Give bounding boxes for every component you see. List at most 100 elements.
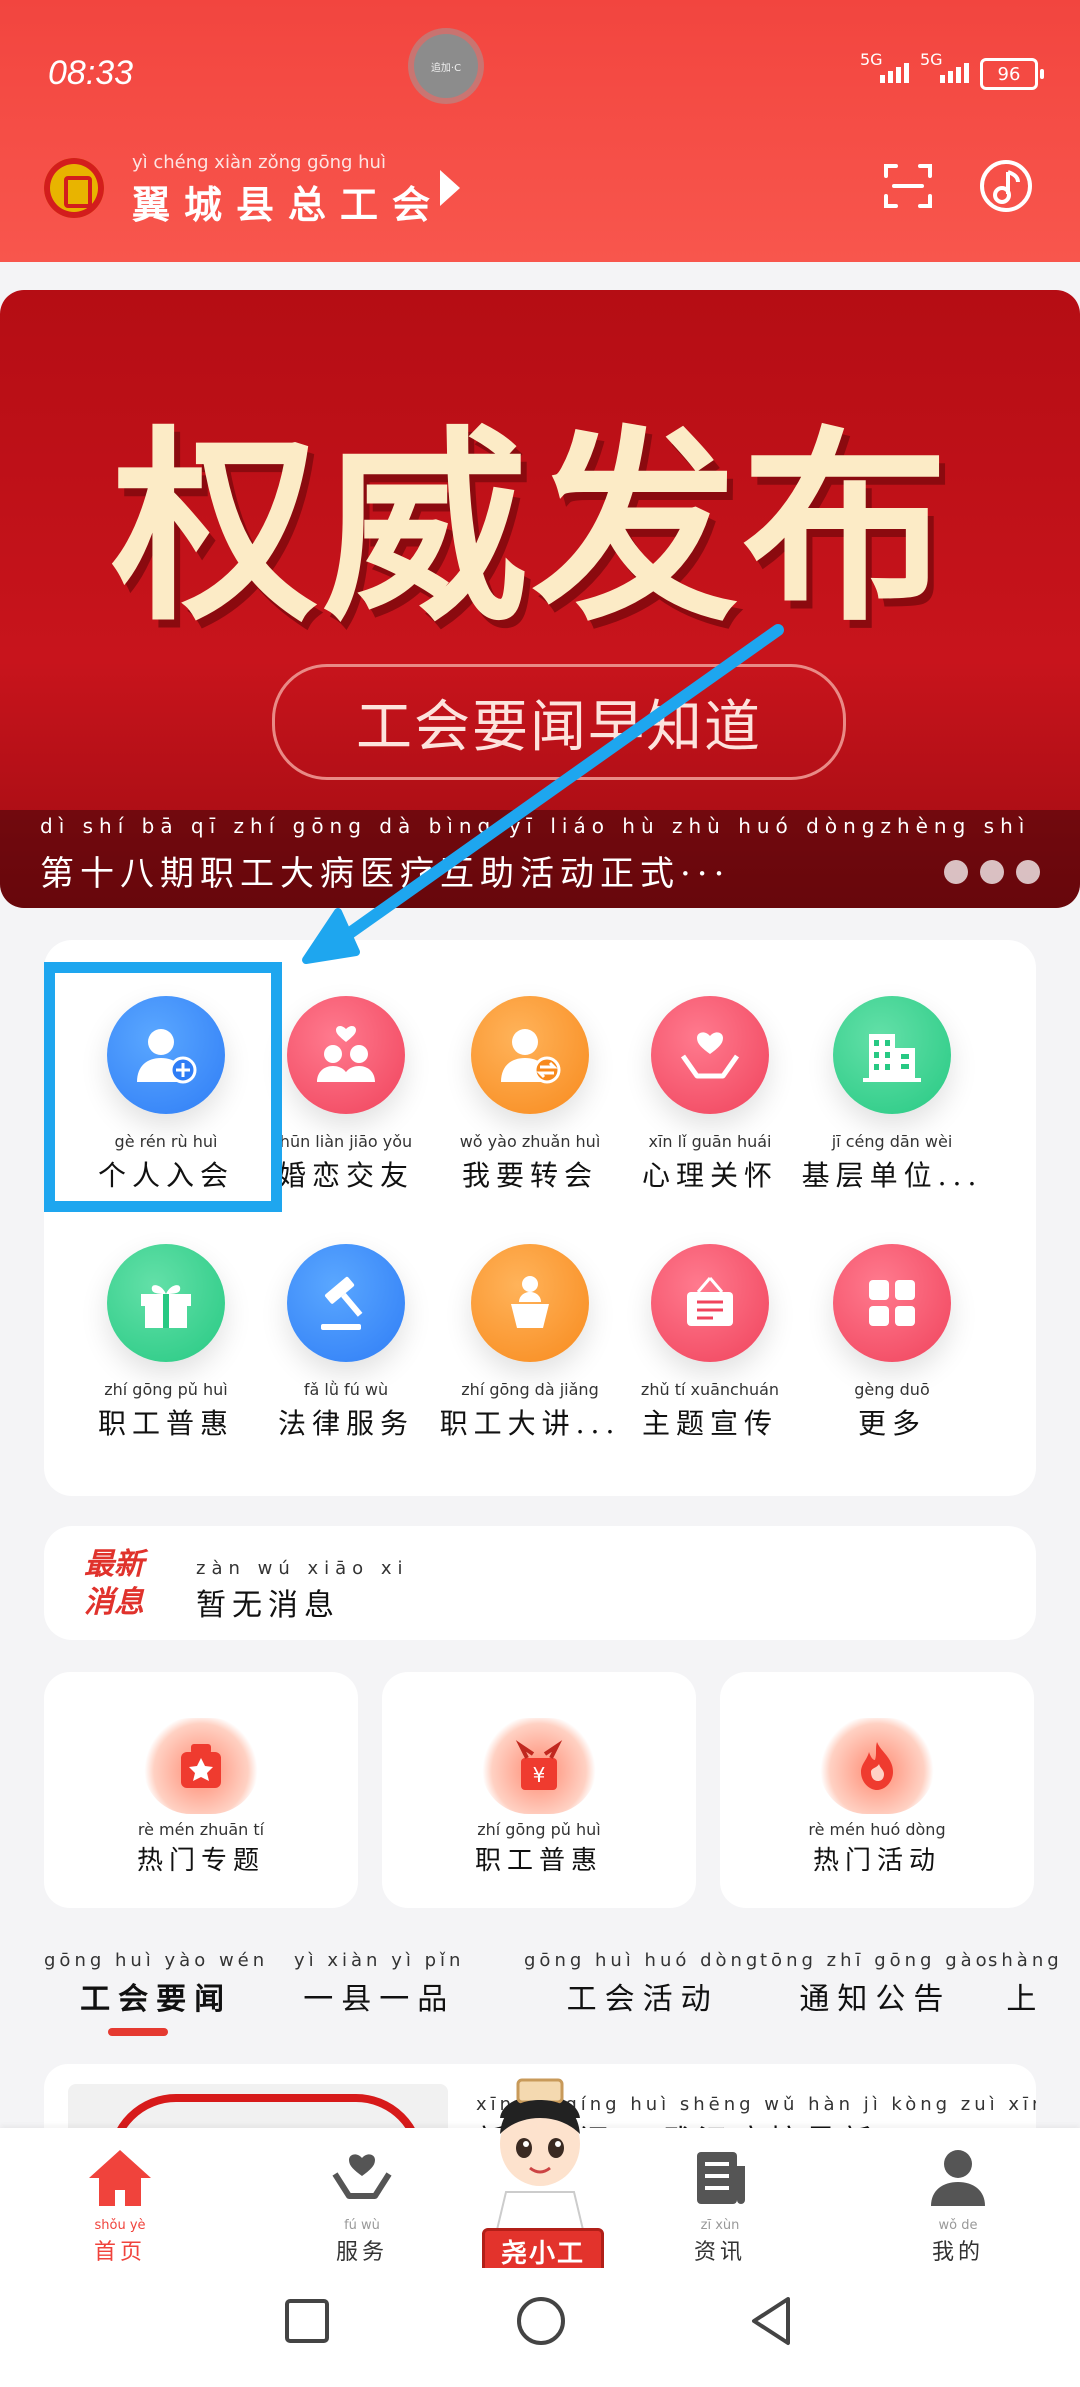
banner-caption: 第十八期职工大病医疗互助活动正式··· [40,854,731,894]
recents-icon[interactable] [282,2296,332,2346]
menu-item-pinyin: zhí gōng pǔ huì [104,1380,228,1399]
menu-item-pinyin: jī céng dān wèi [831,1132,953,1151]
menu-item-pinyin: zhǔ tí xuānchuán [640,1380,780,1399]
tab-label: 工会活动 [566,1982,719,2017]
feature-label: 热门专题 [136,1846,265,1876]
nav-mine[interactable]: wǒ de 我的 [898,2146,1018,2266]
banner-carousel[interactable]: 权威发布 工会要闻早知道 dì shí bā qī zhí gōng dà bì… [0,290,1080,908]
feature-label: 热门活动 [812,1846,941,1876]
yuan-gift-icon: ¥ [481,1718,597,1814]
heart-hands-icon [651,996,769,1114]
news-pinyin: zàn wú xiāo xi [196,1558,409,1579]
menu-item-pinyin: fǎ lǜ fú wù [303,1380,389,1399]
app-header: 08:33 追加·C 5G 5G 96 yì chéng xiàn zǒng g… [0,0,1080,262]
tab-label: 上 [1006,1982,1045,2017]
nav-label: 资讯 [693,2240,746,2265]
music-icon[interactable] [978,158,1034,214]
fire-icon [819,1718,935,1814]
gavel-icon [287,1244,405,1362]
news-tag-line: 最新 [84,1547,144,1582]
nav-label: 首页 [93,2240,146,2265]
nav-pinyin: fú wù [344,2218,380,2233]
menu-item-employee-benefits[interactable]: zhí gōng pǔ huì 职工普惠 [74,1244,258,1442]
menu-item-label: 心理关怀 [641,1159,778,1192]
carousel-dot[interactable] [1016,860,1040,884]
tab-pinyin: shàng [988,1950,1063,1971]
menu-item-pinyin: xīn lǐ guān huái [648,1132,772,1151]
carousel-dot[interactable] [980,860,1004,884]
feature-pinyin: rè mén huó dòng [808,1820,946,1839]
menu-item-label: 更多 [857,1407,926,1440]
nav-pinyin: zī xùn [700,2218,740,2233]
camera-label: 追加·C [430,62,462,74]
tab-pinyin: gōng huì huó dòng [524,1950,762,1971]
star-badge-icon [143,1718,259,1814]
carousel-dot[interactable] [944,860,968,884]
tab-notices[interactable]: tōng zhī gōng gào 通知公告 [760,1950,991,2018]
tab-one-county-one-product[interactable]: yì xiàn yì pǐn 一县一品 [294,1950,464,2018]
latest-news-tag: 最新 消息 [84,1546,144,1622]
tab-pinyin: tōng zhī gōng gào [760,1950,991,1971]
tab-pinyin: gōng huì yào wén [44,1950,269,1971]
union-emblem-icon[interactable] [44,158,104,218]
banner-title: 权威发布 [112,409,953,649]
latest-news-bar[interactable]: 最新 消息 zàn wú xiāo xi 暂无消息 [44,1526,1036,1640]
menu-item-label: 我要转会 [461,1159,598,1192]
nav-pinyin: shǒu yè [94,2218,146,2233]
tab-union-news[interactable]: gōng huì yào wén 工会要闻 [44,1950,268,2018]
back-icon[interactable] [746,2294,796,2348]
menu-item-pinyin: zhí gōng dà jiǎng [461,1380,599,1399]
menu-item-label: 职工大讲... [439,1407,621,1440]
active-tab-indicator [108,2028,168,2036]
feature-card-hot-activities[interactable]: rè mén huó dòng 热门活动 [720,1672,1034,1908]
user-icon [931,2150,985,2206]
camera-cutout: 追加·C [414,34,478,98]
nav-mascot[interactable]: 尧小工 [478,2074,604,2274]
expand-arrow-icon[interactable] [440,170,460,206]
lectern-icon [471,1244,589,1362]
menu-item-label: 基层单位... [801,1159,983,1192]
feature-card-employee-benefits[interactable]: ¥ zhí gōng pǔ huì 职工普惠 [382,1672,696,1908]
tab-more[interactable]: shàng 上 [988,1950,1063,2018]
news-icon [697,2152,745,2204]
menu-item-theme-promotion[interactable]: zhǔ tí xuānchuán 主题宣传 [618,1244,802,1442]
union-selector[interactable]: yì chéng xiàn zǒng gōng huì 翼城县总工会 [132,152,444,229]
news-text: 暂无消息 [196,1588,340,1623]
tab-label: 通知公告 [799,1982,952,2017]
menu-item-pinyin: gèng duō [854,1380,930,1399]
nav-pinyin: wǒ de [938,2218,978,2233]
nav-services[interactable]: fú wù 服务 [302,2146,422,2266]
home-circle-icon[interactable] [514,2294,568,2348]
feature-card-hot-topics[interactable]: rè mén zhuān tí 热门专题 [44,1672,358,1908]
news-tabs: gōng huì yào wén 工会要闻 yì xiàn yì pǐn 一县一… [44,1950,1080,2050]
menu-item-worker-lecture[interactable]: zhí gōng dà jiǎng 职工大讲... [438,1244,622,1442]
scan-icon[interactable] [882,160,934,212]
menu-item-mental-care[interactable]: xīn lǐ guān huái 心理关怀 [618,996,802,1194]
battery-icon: 96 [980,58,1044,90]
nav-news[interactable]: zī xùn 资讯 [660,2146,780,2266]
signal-icon: 5G [920,50,969,83]
tab-union-activities[interactable]: gōng huì huó dòng 工会活动 [524,1950,761,2018]
menu-item-grassroots-units[interactable]: jī céng dān wèi 基层单位... [800,996,984,1194]
nav-label: 我的 [931,2240,984,2265]
system-nav-bar [0,2268,1080,2387]
menu-item-pinyin: wǒ yào zhuǎn huì [459,1132,601,1151]
banner-caption-pinyin: dì shí bā qī zhí gōng dà bìng yī liáo hù… [40,814,1031,838]
feature-label: 职工普惠 [474,1846,603,1876]
couple-heart-icon [287,996,405,1114]
person-transfer-icon [471,996,589,1114]
highlight-box [44,962,282,1212]
menu-item-label: 法律服务 [277,1407,414,1440]
menu-item-transfer[interactable]: wǒ yào zhuǎn huì 我要转会 [438,996,622,1194]
nav-home[interactable]: shǒu yè 首页 [60,2146,180,2266]
menu-item-label: 职工普惠 [97,1407,234,1440]
signboard-icon [651,1244,769,1362]
home-icon [89,2150,151,2206]
page-title: 翼城县总工会 [132,182,445,227]
tab-label: 一县一品 [303,1982,456,2017]
signal-icon: 5G [860,50,909,83]
menu-item-legal-service[interactable]: fǎ lǜ fú wù 法律服务 [254,1244,438,1442]
banner-subtitle: 工会要闻早知道 [272,664,846,780]
menu-item-more[interactable]: gèng duō 更多 [800,1244,984,1442]
feature-pinyin: rè mén zhuān tí [137,1820,265,1839]
